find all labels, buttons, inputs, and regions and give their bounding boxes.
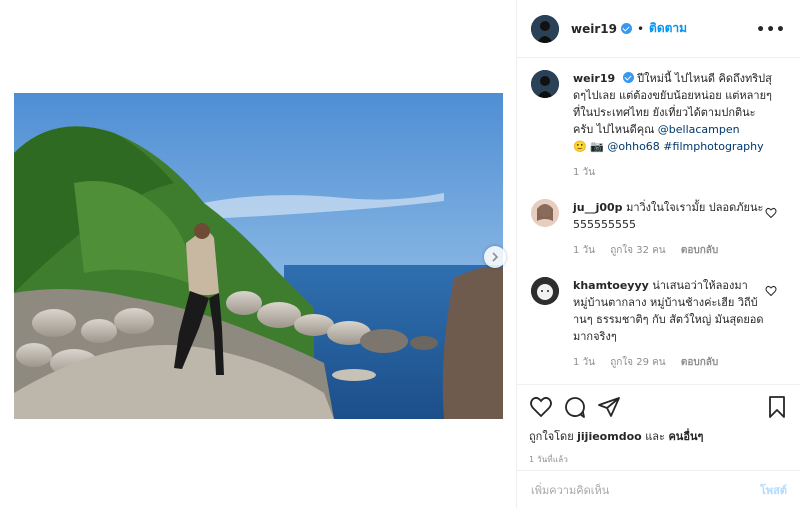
post-sidebar: weir19 • ติดตาม ••• weir19 ปีใหม่นี้ ไปไ… — [516, 0, 800, 508]
liked-by: ถูกใจโดย jijieomdoo และ คนอื่นๆ — [529, 427, 789, 445]
post-comment-button[interactable]: โพสต์ — [760, 481, 787, 499]
like-comment-heart-icon[interactable] — [765, 285, 777, 297]
chevron-right-icon — [492, 252, 499, 262]
caption-body: weir19 ปีใหม่นี้ ไปไหนดี คิดถึงทริปสุดๆไ… — [573, 70, 773, 181]
post-media-area — [0, 0, 516, 508]
share-icon[interactable] — [597, 395, 621, 419]
comment-input[interactable]: เพิ่มความคิดเห็น — [531, 481, 760, 499]
verified-badge-icon — [620, 23, 632, 34]
post-header: weir19 • ติดตาม ••• — [517, 0, 800, 58]
comment-item: ju__j00p มาวิ่งในใจเรามั้ย ปลอดภัยนะ 555… — [531, 199, 787, 259]
comment-avatar[interactable] — [531, 199, 559, 227]
caption-avatar[interactable] — [531, 70, 559, 98]
comment-icon[interactable] — [563, 395, 587, 419]
comment-likes[interactable]: ถูกใจ 29 คน — [610, 357, 665, 368]
like-comment-heart-icon[interactable] — [765, 207, 777, 219]
user-avatar-icon — [531, 277, 559, 305]
more-options-icon[interactable]: ••• — [756, 22, 786, 38]
comment-body: ju__j00p มาวิ่งในใจเรามั้ย ปลอดภัยนะ 555… — [573, 199, 773, 259]
coastal-rocks-photo — [14, 93, 503, 419]
comments-list: weir19 ปีใหม่นี้ ไปไหนดี คิดถึงทริปสุดๆไ… — [517, 70, 800, 371]
caption: weir19 ปีใหม่นี้ ไปไหนดี คิดถึงทริปสุดๆไ… — [531, 70, 787, 181]
comment-item: khamtoeyyy น่าเสนอว่าให้ลองมาหมู่บ้านตาก… — [531, 277, 787, 371]
follow-button[interactable]: ติดตาม — [649, 19, 687, 38]
liked-by-and: และ — [645, 430, 665, 443]
avatar[interactable] — [531, 14, 559, 43]
post-timestamp[interactable]: 1 วันที่แล้ว — [529, 453, 789, 466]
comment-body: khamtoeyyy น่าเสนอว่าให้ลองมาหมู่บ้านตาก… — [573, 277, 773, 371]
liked-by-user[interactable]: jijieomdoo — [577, 430, 642, 443]
comment-username[interactable]: khamtoeyyy — [573, 279, 649, 292]
header-username[interactable]: weir19 — [571, 22, 617, 36]
action-icons — [529, 395, 789, 419]
caption-time[interactable]: 1 วัน — [573, 167, 595, 178]
reply-button[interactable]: ตอบกลับ — [681, 245, 718, 256]
verified-badge-icon — [622, 72, 634, 83]
user-avatar-icon — [531, 199, 559, 227]
heart-icon[interactable] — [529, 395, 553, 419]
caption-username[interactable]: weir19 — [573, 72, 615, 85]
user-avatar-icon — [531, 70, 559, 98]
comment-meta: 1 วัน ถูกใจ 32 คน ตอบกลับ — [573, 242, 773, 259]
separator-dot: • — [636, 21, 645, 36]
caption-meta: 1 วัน — [573, 164, 773, 181]
post-actions: ถูกใจโดย jijieomdoo และ คนอื่นๆ 1 วันที่… — [517, 384, 800, 466]
add-comment-bar: เพิ่มความคิดเห็น โพสต์ — [517, 470, 800, 508]
comment-avatar[interactable] — [531, 277, 559, 305]
bookmark-icon[interactable] — [765, 395, 789, 419]
comment-time[interactable]: 1 วัน — [573, 245, 595, 256]
caption-mention[interactable]: @ohho68 — [607, 140, 659, 153]
reply-button[interactable]: ตอบกลับ — [681, 357, 718, 368]
comment-username[interactable]: ju__j00p — [573, 201, 623, 214]
caption-emoji: 🙂 📷 — [573, 140, 604, 153]
user-avatar-icon — [531, 14, 559, 43]
comment-meta: 1 วัน ถูกใจ 29 คน ตอบกลับ — [573, 354, 773, 371]
liked-by-others[interactable]: คนอื่นๆ — [668, 430, 703, 443]
comment-time[interactable]: 1 วัน — [573, 357, 595, 368]
next-photo-button[interactable] — [484, 246, 506, 268]
liked-by-prefix: ถูกใจโดย — [529, 430, 574, 443]
caption-mention[interactable]: @bellacampen — [658, 123, 740, 136]
post-photo[interactable] — [14, 93, 503, 419]
caption-hashtag[interactable]: #filmphotography — [663, 140, 763, 153]
comment-likes[interactable]: ถูกใจ 32 คน — [610, 245, 665, 256]
